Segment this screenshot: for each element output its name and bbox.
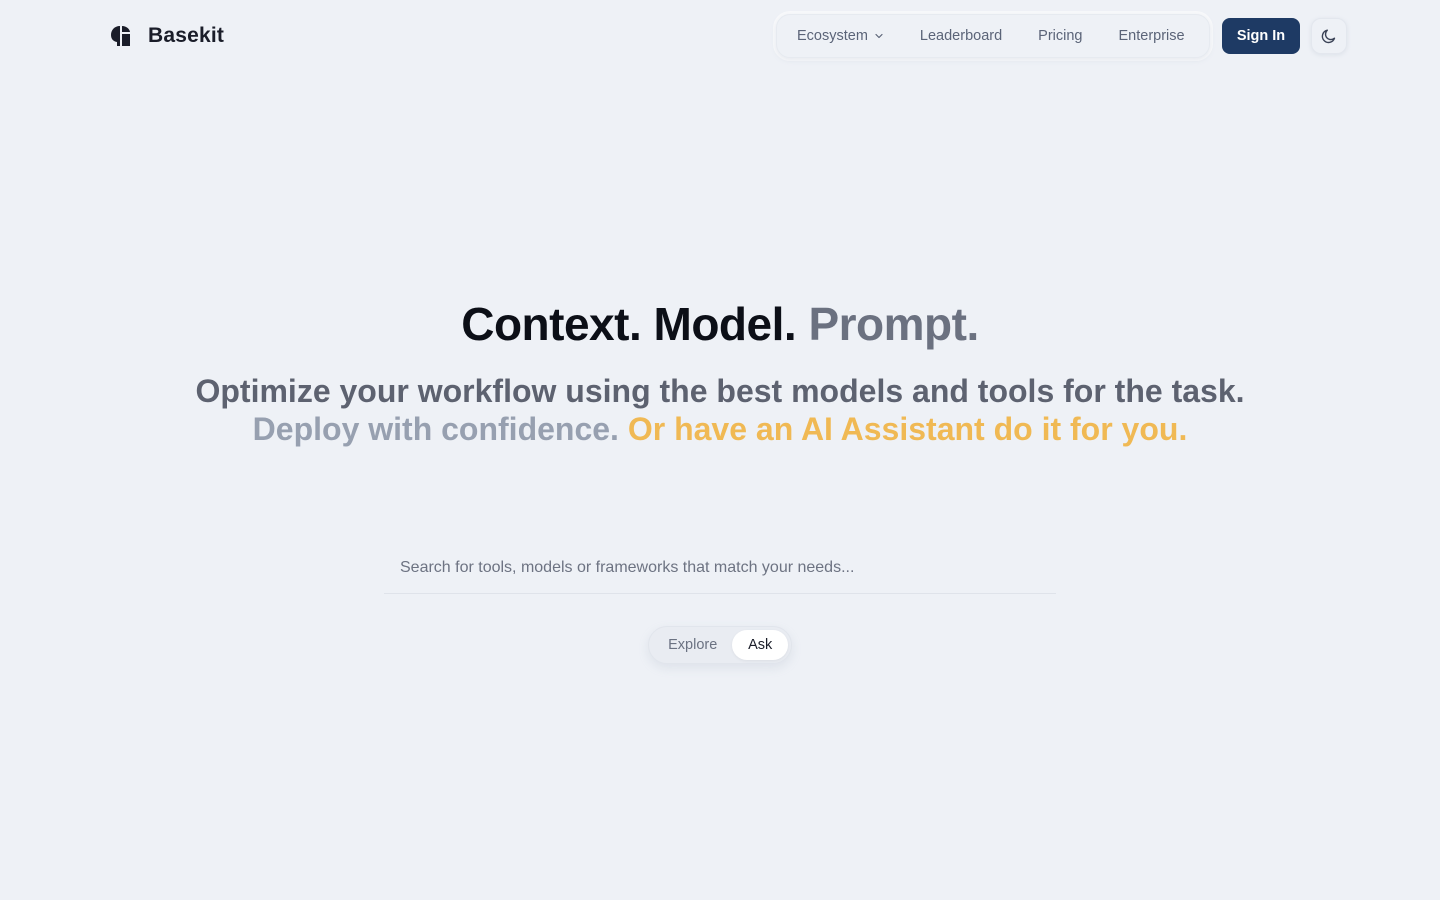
- nav-item-leaderboard[interactable]: Leaderboard: [920, 28, 1002, 44]
- hero-title-accent: Prompt.: [808, 298, 979, 350]
- theme-toggle-button[interactable]: [1311, 18, 1347, 54]
- sign-in-button[interactable]: Sign In: [1222, 18, 1300, 54]
- nav-item-label: Ecosystem: [797, 28, 868, 44]
- hero-subtitle: Optimize your workflow using the best mo…: [0, 372, 1440, 448]
- brand-logo[interactable]: Basekit: [110, 24, 224, 48]
- main-nav: Ecosystem Leaderboard Pricing Enterprise: [776, 14, 1210, 58]
- mode-ask-button[interactable]: Ask: [732, 630, 788, 660]
- brand-name: Basekit: [148, 24, 225, 47]
- mode-explore-button[interactable]: Explore: [653, 630, 732, 660]
- basekit-logo-icon: [111, 26, 130, 46]
- hero-title: Context. Model. Prompt.: [0, 296, 1440, 352]
- mode-toggle: Explore Ask: [648, 626, 792, 664]
- nav-item-pricing[interactable]: Pricing: [1038, 28, 1082, 44]
- nav-item-ecosystem[interactable]: Ecosystem: [797, 28, 884, 44]
- hero-subtitle-line1: Optimize your workflow using the best mo…: [195, 373, 1245, 409]
- moon-icon: [1321, 29, 1336, 44]
- hero-subtitle-line2-accent: Or have an AI Assistant do it for you.: [627, 411, 1188, 447]
- nav-item-enterprise[interactable]: Enterprise: [1119, 28, 1185, 44]
- hero-subtitle-line2-light: Deploy with confidence.: [252, 411, 619, 447]
- search-input[interactable]: [384, 545, 1056, 591]
- search-bar: [384, 545, 1056, 594]
- landing-page: Basekit Ecosystem Leaderboard Pricing En…: [0, 0, 1440, 900]
- hero-title-main: Context. Model.: [461, 298, 797, 350]
- chevron-down-icon: [875, 33, 883, 39]
